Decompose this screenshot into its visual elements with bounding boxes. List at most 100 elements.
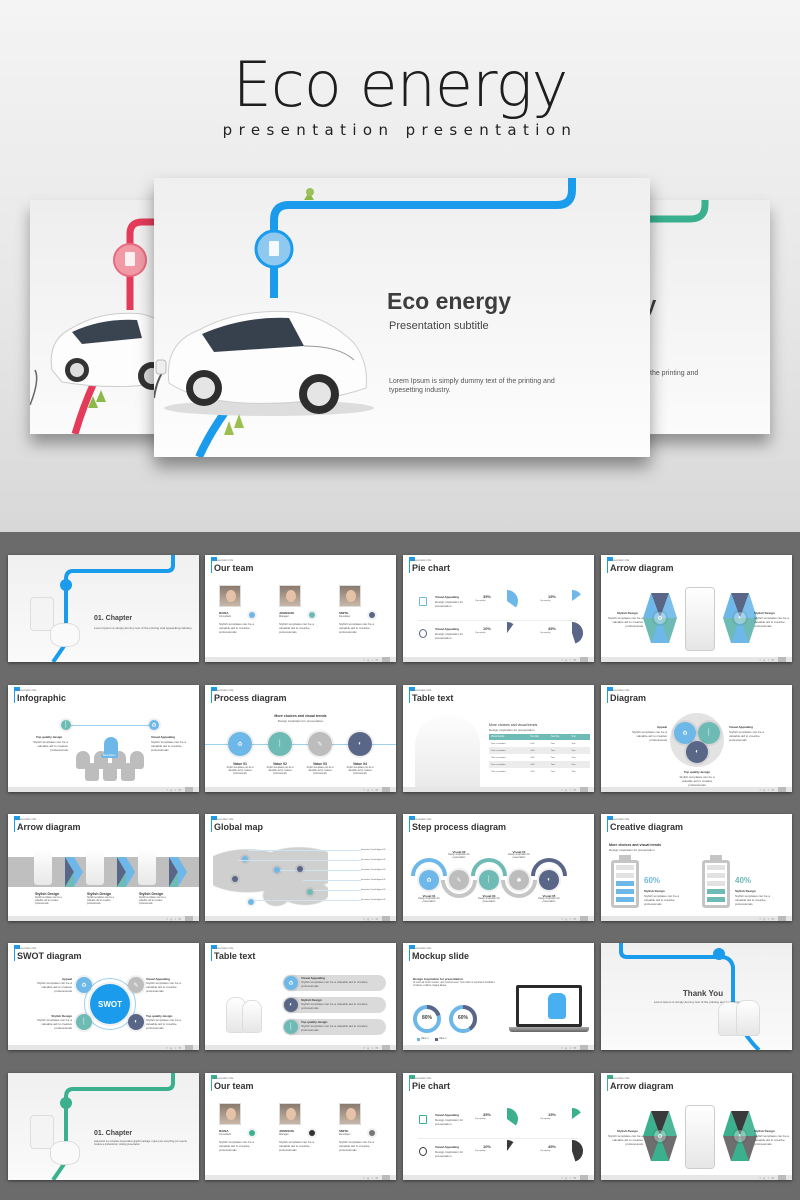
social-icons: f g t ✉ (561, 658, 577, 662)
battery-cell (707, 897, 725, 902)
slide-thumbnail[interactable]: Presentation title Our team RAINA Consultan… (205, 1073, 396, 1180)
pill-icon: │ (284, 1020, 298, 1034)
slide-thumbnail[interactable]: 01. Chapter Lorem Ipsum is simply dummy t… (8, 555, 199, 662)
slide-thumbnail[interactable]: Presentation title Arrow diagram Stylish D… (8, 814, 199, 921)
leader-line (248, 850, 361, 851)
table-cell: Text (550, 770, 555, 773)
slide-thumbnail[interactable]: 01. Chapter powerpoint is a complete pres… (8, 1073, 199, 1180)
slide-thumbnail[interactable]: Presentation title Mockup slide Design ins… (403, 943, 594, 1050)
slide-thumbnail-grid: 01. Chapter Lorem Ipsum is simply dummy t… (0, 532, 800, 1200)
table-heading: More choices and visual trends (489, 723, 538, 727)
table-row: Text or number 0.00 Text Text (489, 747, 590, 754)
pie-chart (572, 622, 583, 644)
social-icons: f g t ✉ (759, 658, 775, 662)
slide-thumbnail[interactable]: Presentation title Creative diagram More c… (601, 814, 792, 921)
team-photo (279, 1103, 301, 1125)
slide-thumbnail[interactable]: Presentation title Pie chart Visual Appeal… (403, 555, 594, 662)
presentation-title-label: Presentation title (214, 559, 234, 562)
row-desc: Design inspiration for presentation (435, 1150, 464, 1158)
presentation-title-label: Presentation title (17, 689, 37, 692)
left-desc: Stylish templates can be a valuable aid … (607, 616, 643, 628)
slide-title: Our team (214, 1081, 254, 1091)
legend-swatch (435, 1038, 438, 1041)
face (346, 1108, 356, 1120)
slide-thumbnail[interactable]: Presentation title Diagram ♻ │ ◐ Appeal Stylis… (601, 685, 792, 792)
item-desc: Stylish templates can be a valuable aid … (139, 897, 166, 905)
table-cell: Text or number (491, 770, 506, 773)
slide-thumbnail[interactable]: Presentation title Our team RAINA Consultan… (205, 555, 396, 662)
step-desc: Design inspiration for presentation (448, 854, 470, 859)
person-icon (121, 763, 135, 781)
hero-subtitle: presentation presentation (222, 121, 578, 139)
member-desc: Stylish templates can be a valuable aid … (279, 622, 315, 634)
recycle-bin-icon (419, 1115, 427, 1124)
pie-slice (572, 1140, 583, 1162)
page-number-box (778, 1175, 786, 1180)
slide-title: Our team (214, 563, 254, 573)
slide-thumbnail[interactable]: Presentation title Process diagram More ch… (205, 685, 396, 792)
step-circle: ◐ (539, 870, 559, 890)
recycle-icon: ♻ (654, 612, 666, 624)
item-heading: Stylish Design (139, 892, 164, 896)
presentation-title-label: Presentation title (610, 1077, 630, 1080)
step-circle: │ (268, 732, 292, 756)
page-number-box (580, 657, 588, 662)
battery-cell (616, 873, 634, 878)
slide-thumbnail[interactable]: Presentation title Arrow diagram ♻ ◐ Stylish… (601, 1073, 792, 1180)
table-cell: 0.00 (530, 770, 535, 773)
flask-image (243, 1001, 261, 1032)
right-desc: Stylish templates can be a valuable aid … (151, 740, 187, 752)
member-role: Consultant (219, 1133, 231, 1136)
social-icons: f g t ✉ (363, 788, 379, 792)
slide-thumbnail[interactable]: Thank You Lorem Ipsum is simply dummy tex… (601, 943, 792, 1050)
slide-thumbnail[interactable]: Presentation title Table text More choices… (403, 685, 594, 792)
pill-desc: Stylish templates can be a valuable aid … (301, 980, 368, 988)
globe-icon (419, 1147, 427, 1156)
battery-cell (707, 865, 725, 870)
table-cell: Text or number (491, 749, 506, 752)
pill-icon: ♻ (284, 976, 298, 990)
slide-thumbnail[interactable]: Presentation title Infographic │ ♻ Top quali… (8, 685, 199, 792)
accent-line (211, 818, 212, 832)
member-desc: Stylish templates can be a valuable aid … (219, 1140, 255, 1152)
pie-chart (507, 1108, 518, 1126)
row-heading: Visual Appealing (435, 1145, 460, 1149)
social-icons: f g t ✉ (363, 1176, 379, 1180)
slide-thumbnail[interactable]: Presentation title Table text ♻ Visual Appe… (205, 943, 396, 1050)
presentation-title-label: Presentation title (610, 559, 630, 562)
slide-thumbnail[interactable]: Presentation title Arrow diagram ♻ ◐ Stylish… (601, 555, 792, 662)
car-image (154, 288, 379, 418)
slide-title: Diagram (610, 693, 647, 703)
scoop-image (50, 623, 80, 647)
chevron-arrow (117, 857, 135, 887)
left-desc: Stylish templates can be a valuable aid … (607, 1134, 643, 1146)
step-label: Value 03 (312, 762, 327, 766)
accent-line (409, 689, 410, 703)
social-icons: f g t ✉ (363, 917, 379, 921)
member-icon (369, 612, 375, 618)
table-cell: 0.00 (530, 763, 535, 766)
microscope-image (686, 588, 714, 650)
face (286, 590, 296, 602)
accent-line (211, 947, 212, 961)
social-icons: f g t ✉ (759, 917, 775, 921)
recycle-icon: ♻ (149, 720, 159, 730)
car-image (42, 300, 170, 390)
slide-thumbnail[interactable]: Presentation title Step process diagram ♻ V… (403, 814, 594, 921)
slide-thumbnail[interactable]: Presentation title Global map Innovative V… (205, 814, 396, 921)
step-desc: Design inspiration for presentation (418, 898, 440, 903)
pie-slice (572, 590, 581, 601)
map-caption: Innovative Visual Appeal 01 (361, 849, 386, 851)
pie-caption: Top quality (540, 632, 551, 634)
right-heading: Visual Appealing (151, 735, 176, 739)
slide-thumbnail[interactable]: Presentation title Pie chart Visual Appeal… (403, 1073, 594, 1180)
table-cell: Text or number (491, 742, 506, 745)
slide-footer: f g t ✉ (8, 787, 199, 792)
page-number-box (580, 787, 588, 792)
battery-cell (616, 865, 634, 870)
slide-thumbnail[interactable]: Presentation title SWOT diagram SWOT ♻ Appea… (8, 943, 199, 1050)
step-circle: │ (479, 870, 499, 890)
slide-title: Infographic (17, 693, 66, 703)
scientist-image (415, 715, 480, 787)
member-desc: Stylish templates can be a valuable aid … (339, 1140, 375, 1152)
